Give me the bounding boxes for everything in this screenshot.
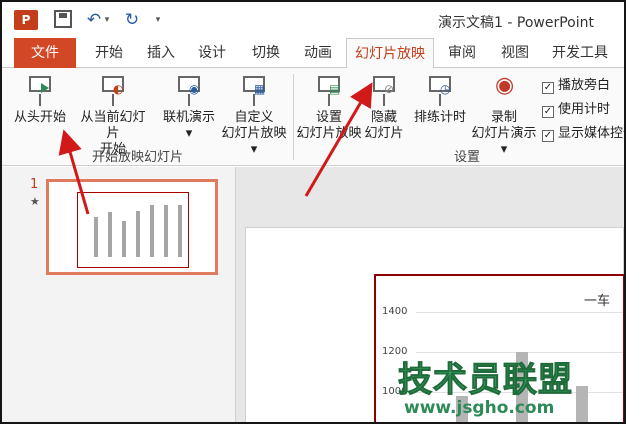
- checkbox-narrations-label: 播放旁白: [558, 78, 611, 93]
- thumbnail-pane: 1 ★: [2, 167, 236, 422]
- watermark-logo: 技术员联盟 www.jsgho.com: [398, 352, 588, 422]
- check-icon: ✓: [542, 130, 554, 142]
- from-beginning-label: 从头开始: [13, 110, 66, 125]
- from-current-icon: ◐: [98, 74, 128, 108]
- watermark-text: 技术员联盟: [398, 360, 573, 401]
- thumb-bar: [164, 205, 168, 257]
- custom-slide-show-icon: ▦: [239, 74, 269, 108]
- tab-animations[interactable]: 动画: [295, 38, 341, 68]
- star-icon: ★: [30, 195, 40, 208]
- from-current-label-1: 从当前幻灯片: [80, 110, 146, 141]
- rehearse-timings-button[interactable]: ◷ 排练计时: [412, 74, 468, 126]
- record-dropdown-icon[interactable]: ▾: [501, 142, 508, 157]
- hide-slide-icon: ⊘: [369, 74, 399, 108]
- tab-slide-show[interactable]: 幻灯片放映: [346, 38, 434, 69]
- custom-slide-show-label-1: 自定义: [234, 110, 274, 125]
- thumbnail-chart: [77, 192, 189, 268]
- tab-insert[interactable]: 插入: [138, 38, 184, 68]
- rehearse-label: 排练计时: [413, 110, 466, 125]
- title-bar: P ↶ ▾ ↻ ▾ 演示文稿1 - PowerPoint: [2, 2, 624, 38]
- hide-label-1: 隐藏: [370, 110, 397, 125]
- hide-label-2: 幻灯片: [364, 126, 404, 141]
- record-label-2: 幻灯片演示: [471, 126, 537, 141]
- from-beginning-icon: [25, 74, 55, 108]
- watermark-url: www.jsgho.com: [404, 398, 555, 418]
- powerpoint-logo-icon: P: [14, 10, 38, 30]
- tab-transitions[interactable]: 切换: [243, 38, 289, 68]
- screenshot-frame: P ↶ ▾ ↻ ▾ 演示文稿1 - PowerPoint 文件 开始 插入 设计…: [0, 0, 626, 424]
- tab-home[interactable]: 开始: [86, 38, 132, 68]
- gridline: [416, 312, 623, 313]
- save-icon[interactable]: [54, 10, 72, 28]
- present-online-icon: ◉: [174, 74, 204, 108]
- hide-slide-button[interactable]: ⊘ 隐藏 幻灯片: [362, 74, 406, 142]
- setup-group-label: 设置: [454, 150, 481, 165]
- checkbox-timings-label: 使用计时: [558, 102, 611, 117]
- tab-design[interactable]: 设计: [189, 38, 235, 68]
- redo-icon[interactable]: ↻: [122, 10, 142, 30]
- thumb-bar: [136, 211, 140, 257]
- thumb-bar: [178, 205, 182, 257]
- present-online-dropdown-icon[interactable]: ▾: [186, 126, 193, 141]
- tab-review[interactable]: 审阅: [439, 38, 485, 68]
- chart-title: 一车: [584, 294, 611, 309]
- checkbox-media-controls[interactable]: ✓ 显示媒体控件: [542, 122, 624, 142]
- thumb-bar: [150, 205, 154, 257]
- undo-icon[interactable]: ↶: [84, 10, 104, 30]
- start-group-label: 开始放映幻灯片: [92, 150, 184, 165]
- ribbon: 从头开始 ◐ 从当前幻灯片 开始 ◉ 联机演示 ▾ ▦ 自定义 幻灯片放映 ▾ …: [2, 68, 624, 166]
- tab-file[interactable]: 文件: [14, 38, 76, 68]
- setup-slide-show-icon: ▤: [314, 74, 344, 108]
- checkbox-media-label: 显示媒体控件: [558, 126, 624, 141]
- thumb-bar: [122, 221, 126, 257]
- record-icon: ◉: [495, 73, 515, 98]
- present-online-label: 联机演示: [162, 110, 215, 125]
- customize-toolbar-icon[interactable]: ▾: [152, 10, 164, 30]
- tab-developer[interactable]: 开发工具: [547, 38, 613, 68]
- thumb-bar: [94, 217, 98, 257]
- custom-dropdown-icon[interactable]: ▾: [251, 142, 258, 157]
- setup-slide-show-button[interactable]: ▤ 设置 幻灯片放映: [296, 74, 362, 142]
- record-label-1: 录制: [490, 110, 517, 125]
- thumb-bar: [108, 212, 112, 257]
- from-beginning-button[interactable]: 从头开始: [10, 74, 70, 126]
- setup-label-2: 幻灯片放映: [296, 126, 362, 141]
- checkbox-narrations[interactable]: ✓ 播放旁白: [542, 74, 610, 94]
- slide-number: 1: [30, 177, 39, 192]
- y-tick-label: 1400: [382, 306, 408, 317]
- ribbon-tabs: 文件 开始 插入 设计 切换 动画 幻灯片放映 审阅 视图 开发工具: [2, 38, 624, 69]
- slide-thumbnail[interactable]: [46, 179, 218, 275]
- rehearse-timings-icon: ◷: [425, 74, 455, 108]
- window-title: 演示文稿1 - PowerPoint: [438, 15, 594, 31]
- group-separator: [293, 74, 294, 160]
- setup-label-1: 设置: [315, 110, 342, 125]
- check-icon: ✓: [542, 82, 554, 94]
- checkbox-timings[interactable]: ✓ 使用计时: [542, 98, 610, 118]
- undo-dropdown-icon[interactable]: ▾: [102, 10, 112, 30]
- custom-slide-show-button[interactable]: ▦ 自定义 幻灯片放映 ▾: [218, 74, 290, 158]
- check-icon: ✓: [542, 106, 554, 118]
- tab-view[interactable]: 视图: [492, 38, 538, 68]
- custom-slide-show-label-2: 幻灯片放映: [221, 126, 287, 141]
- present-online-button[interactable]: ◉ 联机演示 ▾: [160, 74, 218, 142]
